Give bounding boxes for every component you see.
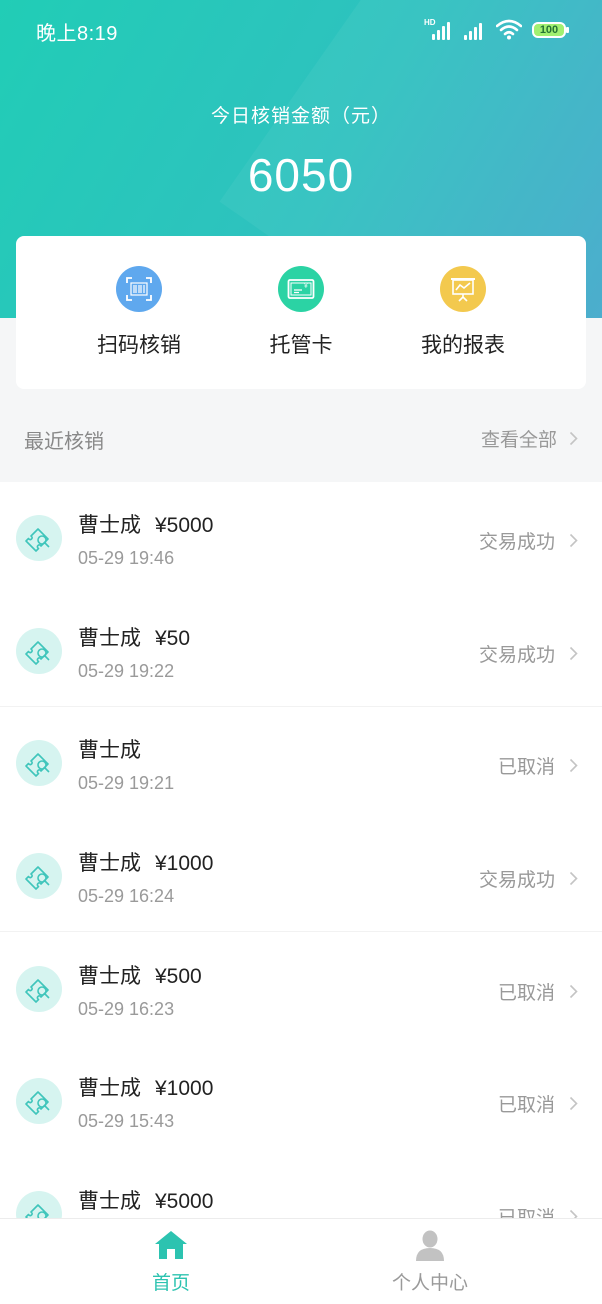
status-time: 晚上8:19 (36, 23, 118, 45)
scan-verify-label: 扫码核销 (97, 334, 181, 357)
record-title: 曹士成 (78, 734, 155, 764)
record-time: 05-29 16:24 (78, 886, 175, 906)
record-status: 已取消 (498, 1090, 578, 1117)
record-customer: 曹士成 (78, 627, 141, 650)
tab-home[interactable]: 首页 (96, 1229, 246, 1295)
my-report-button[interactable]: 我的报表 (378, 266, 548, 359)
record-title: 曹士成 ¥1000 (78, 847, 213, 877)
record-status-label: 已取消 (497, 1095, 555, 1116)
record-status: 已取消 (498, 1203, 578, 1218)
record-status: 已取消 (498, 752, 578, 779)
tab-home-label: 首页 (151, 1273, 190, 1294)
record-status: 交易成功 (479, 527, 578, 554)
record-status-label: 交易成功 (478, 870, 555, 891)
chevron-right-icon (569, 431, 578, 446)
managed-card-button[interactable]: ¥ 托管卡 (216, 266, 386, 359)
recent-records-list: 曹士成 ¥5000 05-29 19:46 交易成功 曹士成 ¥50 05-29 1… (0, 482, 602, 1218)
record-amount: ¥1000 (155, 1077, 214, 1100)
quick-actions-card: 扫码核销 ¥ 托管卡 我的报表 (16, 236, 586, 389)
record-time: 05-29 19:46 (78, 548, 175, 568)
bottom-tab-bar: 首页 个人中心 (0, 1218, 602, 1304)
record-customer: 曹士成 (78, 852, 141, 875)
today-amount-label: 今日核销金额（元） (210, 106, 391, 127)
record-customer: 曹士成 (78, 1190, 141, 1213)
chevron-right-icon (569, 984, 578, 999)
chevron-right-icon (569, 1209, 578, 1218)
hd-signal-icon: HD (424, 18, 450, 40)
record-amount: ¥50 (155, 627, 191, 650)
record-customer: 曹士成 (78, 739, 141, 762)
record-amount: ¥5000 (155, 514, 214, 537)
record-amount: ¥5000 (155, 1190, 214, 1213)
record-row[interactable]: 曹士成 ¥50 05-29 19:22 交易成功 (0, 595, 602, 707)
ticket-check-icon (16, 1191, 62, 1218)
ticket-check-icon (16, 853, 62, 899)
record-row[interactable]: 曹士成 ¥5000 已取消 (0, 1158, 602, 1218)
record-amount: ¥500 (155, 965, 202, 988)
ticket-check-icon (16, 515, 62, 561)
status-icons: HD 100 (424, 16, 569, 40)
row-divider (0, 931, 602, 932)
chevron-right-icon (569, 533, 578, 548)
report-icon (440, 266, 486, 312)
barcode-scan-icon (116, 266, 162, 312)
recent-section-header: 最近核销 查看全部 (0, 390, 602, 482)
view-all-label: 查看全部 (480, 430, 557, 451)
wifi-icon (496, 19, 522, 40)
record-row[interactable]: 曹士成 ¥1000 05-29 15:43 已取消 (0, 1045, 602, 1157)
status-bar: 晚上8:19 HD 100 (0, 0, 602, 58)
ticket-check-icon (16, 1078, 62, 1124)
managed-card-label: 托管卡 (269, 334, 333, 357)
record-title: 曹士成 ¥50 (78, 622, 190, 652)
record-title: 曹士成 ¥1000 (78, 1072, 213, 1102)
ticket-check-icon (16, 628, 62, 674)
record-title: 曹士成 ¥500 (78, 960, 202, 990)
record-status-label: 已取消 (497, 757, 555, 778)
chevron-right-icon (569, 646, 578, 661)
record-customer: 曹士成 (78, 1077, 141, 1100)
svg-text:¥: ¥ (304, 283, 308, 290)
record-amount: ¥1000 (155, 852, 214, 875)
record-status-label: 已取消 (498, 1203, 555, 1218)
record-status-label: 交易成功 (478, 645, 555, 666)
record-row[interactable]: 曹士成 ¥1000 05-29 16:24 交易成功 (0, 820, 602, 932)
tab-profile-label: 个人中心 (391, 1273, 468, 1294)
record-status-label: 已取消 (497, 983, 555, 1004)
home-icon (155, 1231, 187, 1259)
record-status: 已取消 (498, 978, 578, 1005)
chevron-right-icon (569, 871, 578, 886)
record-status: 交易成功 (479, 640, 578, 667)
record-row[interactable]: 曹士成 05-29 19:21 已取消 (0, 707, 602, 819)
record-row[interactable]: 曹士成 ¥5000 05-29 19:46 交易成功 (0, 482, 602, 594)
ticket-check-icon (16, 740, 62, 786)
person-icon (416, 1230, 444, 1261)
scan-verify-button[interactable]: 扫码核销 (54, 266, 224, 359)
record-time: 05-29 19:21 (78, 773, 175, 793)
record-customer: 曹士成 (78, 965, 141, 988)
signal-icon (460, 20, 486, 40)
chevron-right-icon (569, 1096, 578, 1111)
record-time: 05-29 16:23 (78, 999, 175, 1019)
battery-icon: 100 (532, 22, 569, 38)
record-title: 曹士成 ¥5000 (78, 509, 213, 539)
today-amount-value: 6050 (247, 149, 355, 201)
card-icon: ¥ (278, 266, 324, 312)
record-status-label: 交易成功 (478, 532, 555, 553)
my-report-label: 我的报表 (421, 334, 505, 357)
record-row[interactable]: 曹士成 ¥500 05-29 16:23 已取消 (0, 933, 602, 1045)
chevron-right-icon (569, 758, 578, 773)
record-status: 交易成功 (479, 865, 578, 892)
record-title: 曹士成 ¥5000 (78, 1185, 213, 1215)
tab-profile[interactable]: 个人中心 (355, 1229, 505, 1295)
record-time: 05-29 19:22 (78, 661, 175, 681)
recent-title: 最近核销 (24, 431, 104, 453)
record-customer: 曹士成 (78, 514, 141, 537)
view-all-link[interactable]: 查看全部 (481, 425, 578, 452)
ticket-check-icon (16, 966, 62, 1012)
record-time: 05-29 15:43 (78, 1111, 175, 1131)
